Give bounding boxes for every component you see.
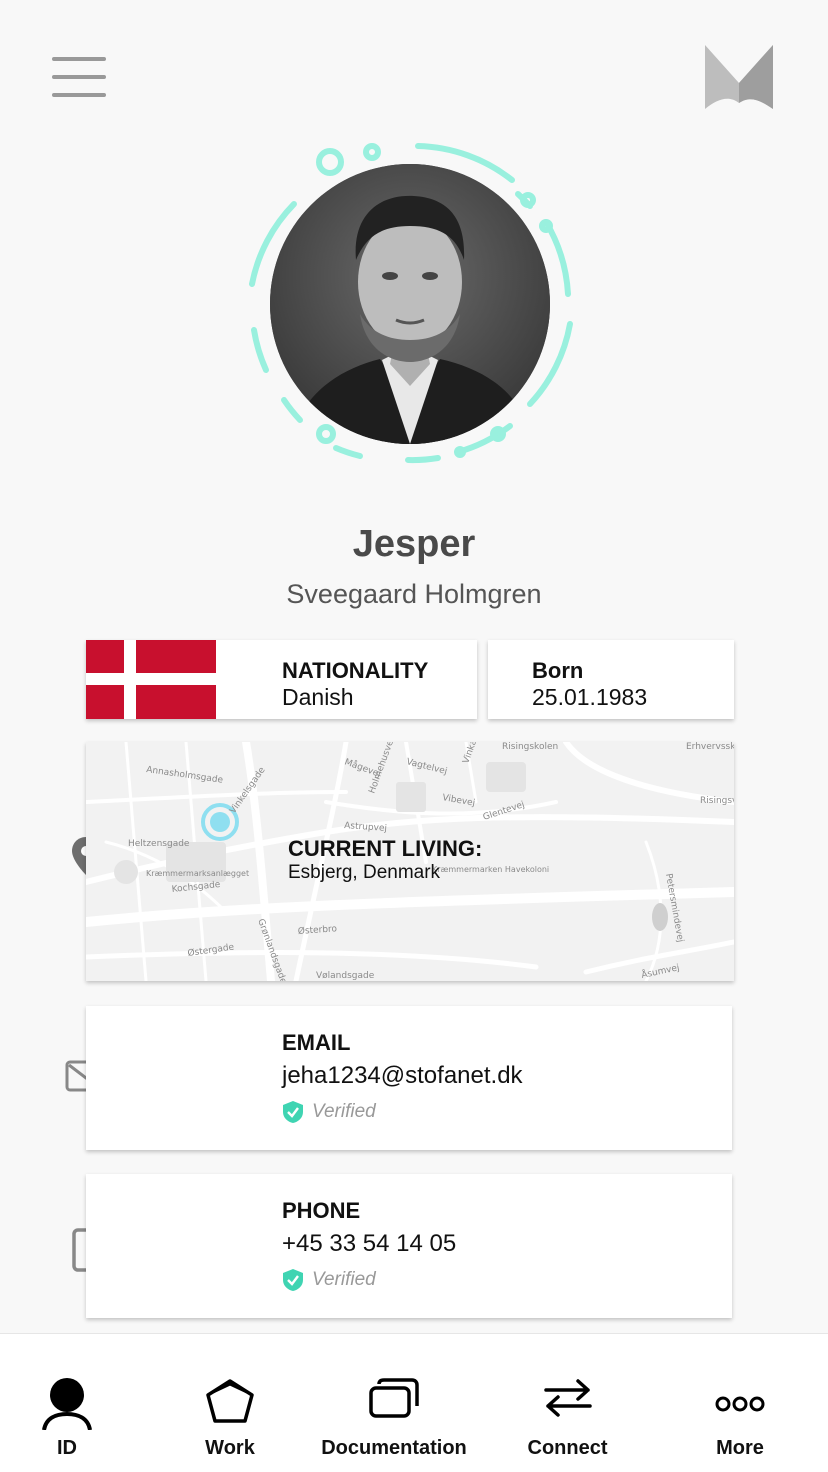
- nationality-card[interactable]: NATIONALITY Danish: [86, 640, 477, 719]
- nav-item-connect[interactable]: Connect: [510, 1334, 625, 1472]
- phone-label: PHONE: [282, 1198, 361, 1223]
- born-value: 25.01.1983: [532, 684, 648, 710]
- map-label: Annasholmsgade: [146, 765, 225, 786]
- phone-card[interactable]: PHONE +45 33 54 14 05 Verified: [86, 1174, 732, 1318]
- map-label: Risingskolen: [502, 742, 558, 752]
- work-pentagon-icon: [206, 1379, 254, 1423]
- map-label: Østerbro: [297, 923, 337, 937]
- nationality-value: Danish: [282, 684, 354, 710]
- phone-value: +45 33 54 14 05: [282, 1230, 457, 1257]
- born-label: Born: [532, 658, 584, 683]
- phone-verified-badge: Verified: [282, 1268, 456, 1292]
- map-label: Vibevej: [441, 793, 475, 809]
- map-label: Vinkæ: [461, 742, 480, 765]
- profile-photo: [270, 164, 550, 444]
- current-living-label: CURRENT LIVING:: [288, 836, 483, 861]
- map-label: Astrupvej: [344, 821, 387, 834]
- nationality-label: NATIONALITY: [282, 658, 429, 683]
- nav-item-work[interactable]: Work: [180, 1334, 280, 1472]
- verified-shield-icon: [283, 1101, 303, 1123]
- person-photo-illustration: [270, 164, 550, 444]
- profile-first-name: Jesper: [352, 523, 476, 565]
- brand-logo-icon: [705, 45, 773, 109]
- email-label: EMAIL: [282, 1030, 351, 1055]
- phone-verified-text: Verified: [312, 1269, 376, 1290]
- map-label: Risingsvej: [700, 796, 734, 806]
- email-verified-text: Verified: [312, 1101, 376, 1122]
- nav-item-id[interactable]: ID: [17, 1334, 117, 1472]
- nav-label-more: More: [716, 1437, 764, 1459]
- nav-label-work: Work: [205, 1437, 255, 1459]
- nav-label-id: ID: [57, 1437, 77, 1459]
- profile-last-name: Sveegaard Holmgren: [286, 579, 542, 609]
- nav-item-documentation[interactable]: Documentation: [314, 1334, 474, 1472]
- map-label: Kochsgade: [171, 880, 221, 895]
- profile-avatar: [240, 134, 584, 474]
- hamburger-menu-icon[interactable]: [52, 57, 106, 99]
- documents-icon: [369, 1378, 419, 1418]
- map-label: Heltzensgade: [128, 839, 190, 849]
- map-label: Petersmindevej: [663, 873, 685, 943]
- map-label: Åsumvej: [640, 961, 680, 981]
- email-card[interactable]: EMAIL jeha1234@stofanet.dk Verified: [86, 1006, 732, 1150]
- map-label: Vølandsgade: [316, 971, 375, 981]
- current-living-map-card[interactable]: Annasholmsgade Vinkelsgade Heltzensgade …: [86, 742, 734, 981]
- email-value: jeha1234@stofanet.dk: [282, 1062, 523, 1089]
- verified-shield-icon: [283, 1269, 303, 1291]
- more-dots-icon: [715, 1396, 765, 1412]
- map-label: Østergade: [187, 941, 235, 958]
- email-verified-badge: Verified: [282, 1100, 523, 1124]
- denmark-flag-icon: [86, 640, 216, 719]
- map-label: Kræmmermarksanlægget: [146, 869, 249, 878]
- swap-arrows-icon: [543, 1379, 592, 1417]
- nav-item-more[interactable]: More: [690, 1334, 790, 1472]
- map-label: Erhvervsskolen: [686, 742, 734, 752]
- current-living-value: Esbjerg, Denmark: [288, 862, 441, 883]
- born-card[interactable]: Born 25.01.1983: [488, 640, 734, 719]
- nav-label-documentation: Documentation: [321, 1437, 467, 1459]
- bottom-nav-bar: ID Work Documentation Connect More: [0, 1333, 828, 1472]
- person-icon: [42, 1378, 92, 1430]
- nav-label-connect: Connect: [527, 1437, 608, 1459]
